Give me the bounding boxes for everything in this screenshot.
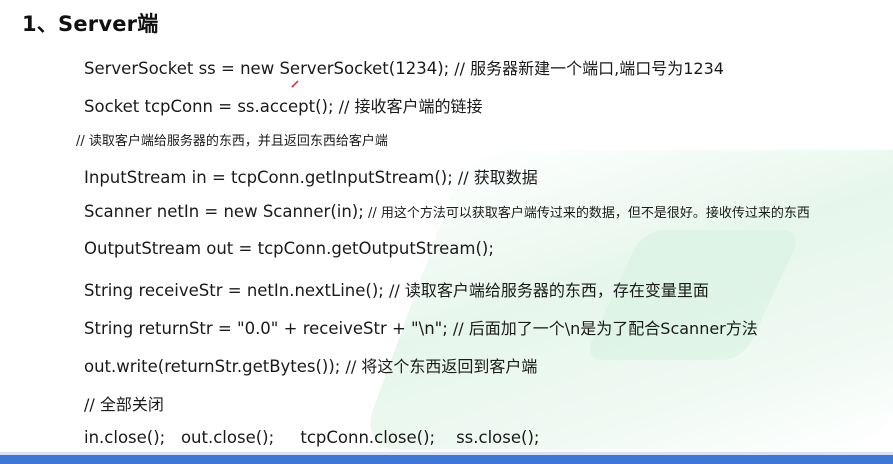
code-text: ServerSocket ss = new ServerSocket(1234)… (84, 59, 450, 78)
code-text: out.write(returnStr.getBytes()); (84, 357, 341, 376)
code-comment: // 将这个东西返回到客户端 (340, 357, 538, 376)
code-text: String returnStr = "0.0" + receiveStr + … (84, 319, 448, 338)
code-comment: // 读取客户端给服务器的东西，存在变量里面 (383, 281, 709, 300)
code-text: in.close(); out.close(); tcpConn.close()… (84, 428, 540, 447)
bottom-progress-bar (0, 455, 893, 464)
code-line-6: OutputStream out = tcpConn.getOutputStre… (84, 239, 494, 258)
code-text: Socket tcpConn = ss.accept(); (84, 97, 334, 116)
code-line-4: InputStream in = tcpConn.getInputStream(… (84, 164, 538, 188)
code-comment: // 用这个方法可以获取客户端传过来的数据，但不是很好。接收传过来的东西 (363, 206, 810, 221)
code-comment: // 后面加了一个\n是为了配合Scanner方法 (447, 319, 758, 338)
code-line-5: Scanner netIn = new Scanner(in); // 用这个方… (84, 202, 810, 221)
code-comment: // 接收客户端的链接 (333, 97, 483, 116)
code-comment: // 全部关闭 (84, 395, 164, 414)
code-comment: // 服务器新建一个端口,端口号为1234 (449, 59, 724, 78)
code-text: String receiveStr = netIn.nextLine(); (84, 281, 384, 300)
code-text: OutputStream out = tcpConn.getOutputStre… (84, 239, 494, 258)
code-comment: // 读取客户端给服务器的东西，并且返回东西给客户端 (76, 134, 388, 149)
code-line-9: out.write(returnStr.getBytes()); // 将这个东… (84, 353, 537, 377)
code-line-10: // 全部关闭 (84, 391, 164, 415)
code-line-7: String receiveStr = netIn.nextLine(); //… (84, 277, 709, 301)
code-comment: // 获取数据 (452, 168, 538, 187)
code-line-11: in.close(); out.close(); tcpConn.close()… (84, 428, 539, 447)
code-line-1: ServerSocket ss = new ServerSocket(1234)… (84, 55, 724, 79)
pen-cursor-icon (291, 80, 299, 88)
code-line-8: String returnStr = "0.0" + receiveStr + … (84, 315, 758, 339)
section-heading: 1、Server端 (22, 12, 159, 36)
code-text: InputStream in = tcpConn.getInputStream(… (84, 168, 453, 187)
code-line-3: // 读取客户端给服务器的东西，并且返回东西给客户端 (76, 130, 388, 149)
code-line-2: Socket tcpConn = ss.accept(); // 接收客户端的链… (84, 93, 483, 117)
code-text: Scanner netIn = new Scanner(in); (84, 202, 364, 221)
